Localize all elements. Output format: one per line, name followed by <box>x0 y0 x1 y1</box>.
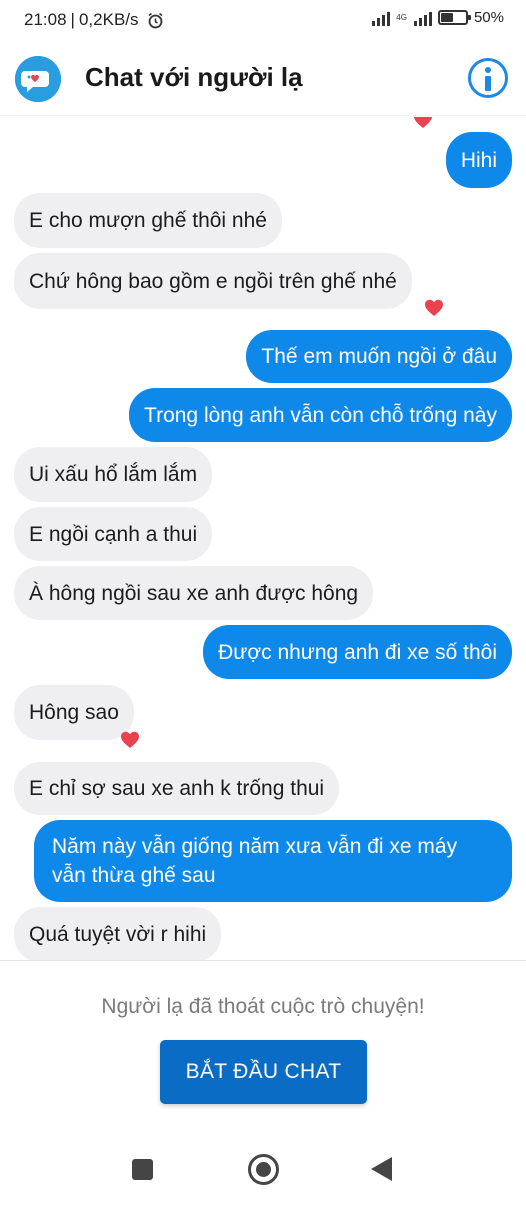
message-bubble-incoming[interactable]: À hông ngồi sau xe anh được hông <box>14 566 374 620</box>
signal-icon <box>372 10 391 26</box>
battery-fill <box>440 13 453 22</box>
alarm-icon <box>147 12 164 29</box>
info-icon-bar <box>485 76 491 91</box>
info-icon[interactable] <box>468 58 508 98</box>
message-text: Trong lòng anh vẫn còn chỗ trống này <box>144 403 497 427</box>
message-bubble-incoming[interactable]: E chỉ sợ sau xe anh k trống thui <box>14 762 340 815</box>
message-text: E chỉ sợ sau xe anh k trống thui <box>29 777 325 800</box>
divider <box>0 960 526 961</box>
message-text: Ui xấu hổ lắm lắm <box>29 463 198 486</box>
message-bubble-incoming[interactable]: E ngồi cạnh a thui <box>14 507 213 561</box>
message-bubble-incoming[interactable]: E cho mượn ghế thôi nhé <box>14 193 282 248</box>
status-separator: | <box>70 10 75 29</box>
status-bar: 21:08 | 0,2KB/s 4G 50% <box>0 0 526 40</box>
message-bubble-incoming[interactable]: Ui xấu hổ lắm lắm <box>14 447 213 502</box>
info-icon-dot <box>485 67 491 73</box>
message-bubble-incoming[interactable]: Chứ hông bao gồm e ngồi trên ghế nhé <box>14 253 412 309</box>
message-text: Quá tuyệt vời r hihi <box>29 923 207 946</box>
message-text: E ngồi cạnh a thui <box>29 522 198 546</box>
message-bubble-incoming[interactable]: Hông sao <box>14 685 134 740</box>
status-speed: 0,2KB/s <box>78 10 139 29</box>
app-header: Chat với người lạ <box>0 40 526 116</box>
recent-apps-icon[interactable] <box>132 1159 153 1180</box>
battery-percent: 50% <box>473 9 504 26</box>
status-right: 4G 50% <box>372 9 504 26</box>
message-text: Hihi <box>460 148 497 172</box>
message-bubble-outgoing[interactable]: Hihi <box>445 132 512 188</box>
battery-icon <box>437 10 471 25</box>
message-bubble-outgoing[interactable]: Được nhưng anh đi xe số thôi <box>203 625 512 679</box>
network-type: 4G <box>396 12 407 22</box>
message-text: E cho mượn ghế thôi nhé <box>29 209 267 232</box>
system-nav-bar <box>0 1130 526 1205</box>
start-chat-button[interactable]: BẮT ĐẦU CHAT <box>160 1040 367 1104</box>
chat-ended-notice: Người lạ đã thoát cuộc trò chuyện! <box>101 995 425 1018</box>
signal-icon-2 <box>413 10 432 26</box>
message-text: Được nhưng anh đi xe số thôi <box>218 640 497 664</box>
heart-reaction-icon <box>424 299 444 317</box>
back-icon[interactable] <box>371 1157 392 1181</box>
message-text: À hông ngồi sau xe anh được hông <box>29 581 359 605</box>
message-text: Năm này vẫn giống năm xưa vẫn đi xe máy … <box>52 835 458 887</box>
chat-bubble-heart-icon <box>15 56 61 102</box>
network-icon: 4G <box>396 12 407 22</box>
message-text: Thế em muốn ngồi ở đâu <box>261 345 497 368</box>
message-list[interactable]: Hihi E cho mượn ghế thôi nhé Chứ hông ba… <box>0 117 526 960</box>
message-bubble-outgoing[interactable]: Năm này vẫn giống năm xưa vẫn đi xe máy … <box>34 820 512 902</box>
message-bubble-outgoing[interactable]: Trong lòng anh vẫn còn chỗ trống này <box>129 388 512 442</box>
message-bubble-incoming[interactable]: Quá tuyệt vời r hihi <box>14 907 222 960</box>
heart-reaction-icon <box>120 731 140 749</box>
status-time: 21:08 <box>24 10 67 29</box>
heart-reaction-icon <box>413 117 433 129</box>
page-title: Chat với người lạ <box>85 62 303 92</box>
message-text: Hông sao <box>29 701 119 724</box>
home-icon[interactable] <box>248 1154 279 1185</box>
message-bubble-outgoing[interactable]: Thế em muốn ngồi ở đâu <box>246 330 512 383</box>
status-left: 21:08 | 0,2KB/s <box>24 10 164 30</box>
message-text: Chứ hông bao gồm e ngồi trên ghế nhé <box>29 269 397 293</box>
